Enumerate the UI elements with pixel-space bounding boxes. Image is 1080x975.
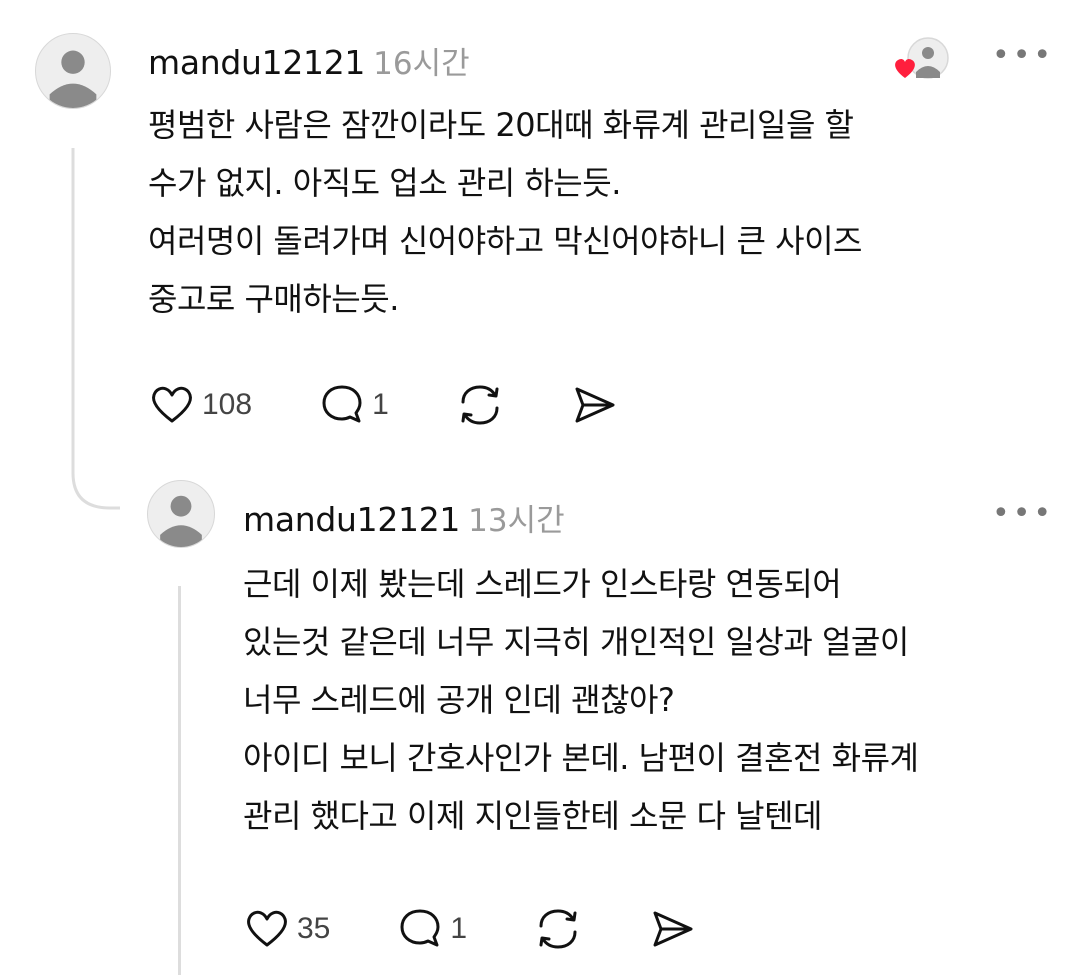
action-bar: 35 1 — [243, 902, 697, 956]
comment-header: mandu12121 13시간 — [243, 495, 565, 540]
heart-badge-avatar-icon — [895, 37, 949, 79]
comment-line: 여러명이 돌려가며 신어야하고 막신어야하니 큰 사이즈 — [148, 222, 862, 260]
more-options-button[interactable]: ••• — [992, 38, 1054, 73]
like-button[interactable]: 108 — [148, 381, 252, 429]
heart-icon — [247, 910, 287, 947]
comment-line: 평범한 사람은 잠깐이라도 20대때 화류계 관리일을 할 — [148, 106, 854, 144]
comment-line: 너무 스레드에 공개 인데 괜찮아? — [243, 681, 675, 719]
reply-count: 1 — [372, 388, 389, 421]
username[interactable]: mandu12121 — [148, 43, 365, 82]
repost-icon — [461, 385, 499, 425]
comment-body: 근데 이제 봤는데 스레드가 인스타랑 연동되어 있는것 같은데 너무 지극히 … — [243, 555, 919, 845]
action-bar: 108 1 — [148, 378, 619, 432]
more-options-button[interactable]: ••• — [992, 496, 1054, 531]
reply-count: 1 — [450, 912, 468, 945]
timestamp: 16시간 — [373, 46, 470, 82]
share-button[interactable] — [647, 904, 697, 954]
comment-line: 중고로 구매하는듯. — [148, 280, 399, 318]
send-icon — [575, 387, 615, 423]
reply-button[interactable]: 1 — [396, 905, 467, 953]
thread-line — [178, 586, 181, 975]
reply-button[interactable]: 1 — [318, 381, 389, 429]
comment-header: mandu12121 16시간 — [148, 38, 470, 83]
comment-body: 평범한 사람은 잠깐이라도 20대때 화류계 관리일을 할 수가 없지. 아직도… — [148, 96, 862, 328]
liked-by-author-badge[interactable] — [892, 34, 952, 86]
like-count: 108 — [202, 388, 253, 421]
heart-icon — [152, 386, 192, 423]
comment-line: 관리 했다고 이제 지인들한테 소문 다 날텐데 — [243, 797, 822, 835]
thread-connector — [70, 148, 120, 513]
username[interactable]: mandu12121 — [243, 500, 460, 539]
share-button[interactable] — [569, 380, 619, 430]
send-icon — [653, 911, 693, 947]
comment-line: 근데 이제 봤는데 스레드가 인스타랑 연동되어 — [243, 565, 842, 603]
timestamp: 13시간 — [468, 503, 565, 539]
comment-line: 있는것 같은데 너무 지극히 개인적인 일상과 얼굴이 — [243, 623, 909, 661]
comment-bubble-icon — [400, 909, 440, 947]
comment-line: 아이디 보니 간호사인가 본데. 남편이 결혼전 화류계 — [243, 739, 919, 777]
comment-bubble-icon — [322, 385, 362, 423]
repost-button[interactable] — [531, 902, 585, 956]
repost-button[interactable] — [453, 378, 507, 432]
comment-line: 수가 없지. 아직도 업소 관리 하는듯. — [148, 164, 621, 202]
like-count: 35 — [297, 912, 331, 945]
avatar[interactable] — [35, 33, 111, 109]
avatar[interactable] — [147, 480, 215, 548]
like-button[interactable]: 35 — [243, 905, 330, 953]
repost-icon — [539, 909, 577, 949]
